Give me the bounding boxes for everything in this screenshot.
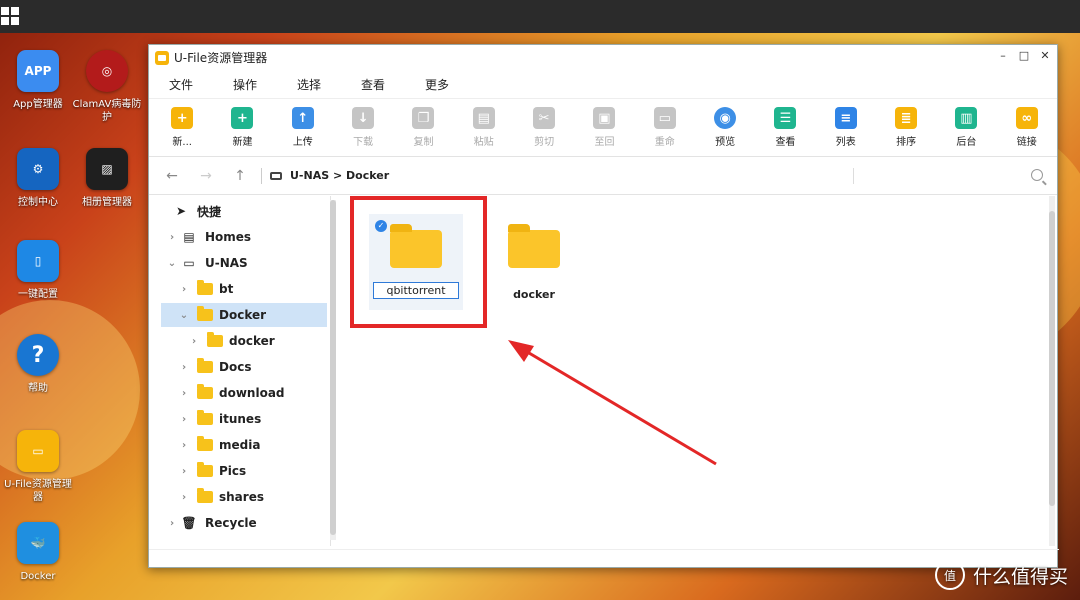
watermark-logo: 值 bbox=[934, 560, 965, 590]
annotation-arrow bbox=[508, 340, 717, 466]
watermark-text: 什么值得买 bbox=[972, 565, 1068, 588]
watermark: 值 什么值得买 bbox=[934, 560, 1068, 590]
